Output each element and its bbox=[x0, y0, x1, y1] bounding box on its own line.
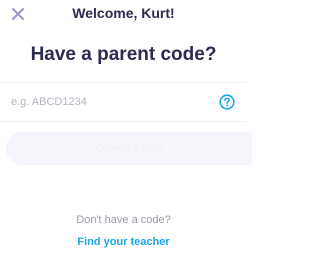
check-code-button[interactable]: Check code bbox=[6, 132, 252, 165]
parent-code-row bbox=[0, 82, 247, 122]
find-teacher-row: Find your teacher bbox=[0, 236, 247, 248]
question-circle-icon bbox=[219, 94, 235, 110]
top-bar: Welcome, Kurt! bbox=[0, 0, 247, 28]
page-title: Have a parent code? bbox=[30, 44, 217, 65]
find-teacher-link[interactable]: Find your teacher bbox=[77, 236, 169, 248]
welcome-title: Welcome, Kurt! bbox=[72, 5, 175, 21]
help-button[interactable] bbox=[219, 94, 235, 110]
no-code-prompt: Don't have a code? bbox=[76, 214, 171, 226]
parent-code-input[interactable] bbox=[11, 92, 211, 112]
